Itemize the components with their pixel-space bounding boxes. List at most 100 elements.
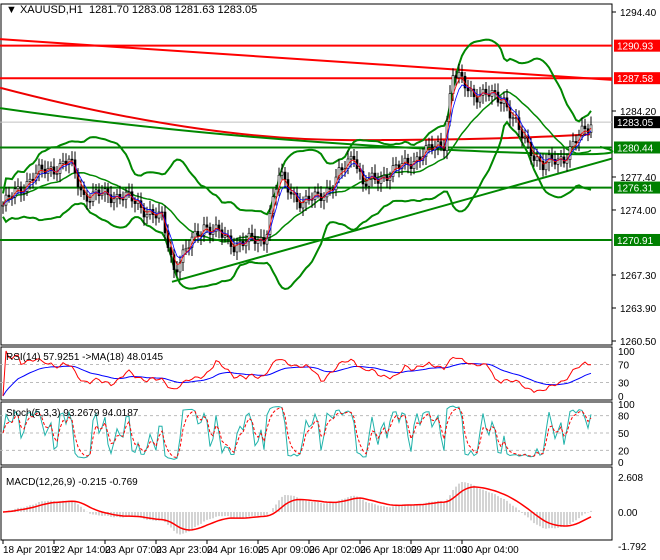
candle-body xyxy=(328,187,332,190)
price-tick-label: 1284.20 xyxy=(620,107,657,118)
ma-faster xyxy=(2,77,592,266)
time-label: 22 Apr 14:00 xyxy=(54,545,111,556)
time-label: 29 Apr 11:00 xyxy=(411,545,467,556)
candle-body xyxy=(493,90,497,93)
time-label: 23 Apr 07:00 xyxy=(105,545,162,556)
candle-body xyxy=(289,191,293,195)
candle-body xyxy=(352,155,356,160)
rsi-tick: 100 xyxy=(618,347,635,358)
macd-tick: -1.792 xyxy=(618,542,647,553)
ohlc-values: 1281.70 1283.08 1281.63 1283.05 xyxy=(89,4,258,16)
price-label: 1270.91 xyxy=(617,236,654,247)
candle-body xyxy=(193,230,197,238)
price-tick-label: 1277.40 xyxy=(620,173,657,184)
candle-body xyxy=(145,214,149,218)
stoch-tick: 100 xyxy=(618,400,635,411)
candle-body xyxy=(364,183,368,187)
candle-body xyxy=(316,191,320,194)
stoch-tick: 50 xyxy=(618,429,630,440)
ma-fast xyxy=(2,84,592,259)
candle-body xyxy=(184,247,188,251)
price-label: 1283.05 xyxy=(617,118,654,129)
candle-body xyxy=(466,87,470,92)
candle-body xyxy=(55,173,59,175)
candle-body xyxy=(583,125,587,130)
candle-body xyxy=(127,191,131,194)
chart-canvas[interactable]: 1290.93 1287.58 1283.05 1280.44 1276.31 1270.… xyxy=(0,0,660,560)
candle-body xyxy=(7,194,11,198)
price-tick-label: 1267.30 xyxy=(620,271,657,282)
candle-body xyxy=(340,167,344,171)
price-tick-label: 1274.00 xyxy=(620,206,657,217)
candle-body xyxy=(223,235,227,238)
candle-body xyxy=(121,198,125,201)
time-label: 23 Apr 23:00 xyxy=(156,545,213,556)
macd-label: MACD(12,26,9) -0.215 -0.769 xyxy=(6,477,138,488)
candle-body xyxy=(250,232,254,237)
candle-body xyxy=(133,200,137,204)
candle-body xyxy=(427,144,431,146)
candle-body xyxy=(571,141,575,147)
candle-body xyxy=(523,136,527,139)
candle-body xyxy=(175,269,179,273)
candle-body xyxy=(28,178,32,182)
time-label: 18 Apr 2019 xyxy=(3,545,57,556)
time-label: 30 Apr 04:00 xyxy=(462,545,519,556)
price-label: 1290.93 xyxy=(617,42,654,53)
candle-body xyxy=(205,224,209,228)
time-label: 26 Apr 02:00 xyxy=(309,545,366,556)
candle-body xyxy=(16,186,20,190)
dropdown-triangle-icon[interactable]: ▼ xyxy=(6,4,20,16)
time-label: 26 Apr 18:00 xyxy=(360,545,417,556)
bollinger-mid xyxy=(2,90,592,243)
panel-frame xyxy=(0,3,613,346)
price-label: 1276.31 xyxy=(617,184,654,195)
candle-body xyxy=(280,171,284,176)
candle-body xyxy=(1,204,5,207)
stoch-label: Stoch(5,3,3) 93.2679 94.0187 xyxy=(6,408,139,419)
candle-body xyxy=(499,101,503,104)
candle-body xyxy=(460,72,464,77)
price-tick-label: 1294.40 xyxy=(620,8,657,19)
chart-header: ▼ XAUUSD,H1 1281.70 1283.08 1281.63 1283… xyxy=(6,4,257,16)
candle-body xyxy=(256,240,260,244)
price-label: 1287.58 xyxy=(617,74,654,85)
price-tick-label: 1263.90 xyxy=(620,304,657,315)
rsi-tick: 70 xyxy=(618,361,630,372)
rsi-tick: 30 xyxy=(618,379,630,390)
candle-body xyxy=(283,171,287,180)
candle-body xyxy=(535,156,539,161)
candle-body xyxy=(511,117,515,120)
symbol-label: XAUUSD,H1 xyxy=(19,4,83,16)
candle-body xyxy=(70,158,74,161)
time-label: 24 Apr 16:00 xyxy=(207,545,264,556)
candle-body xyxy=(88,200,92,203)
candle-body xyxy=(79,186,83,191)
candle-body xyxy=(532,155,536,161)
stoch-tick: 80 xyxy=(618,412,630,423)
candle-body xyxy=(301,202,305,209)
macd-tick: 0.00 xyxy=(618,508,638,519)
support-trendline xyxy=(171,157,613,283)
candle-body xyxy=(112,198,116,204)
candle-body xyxy=(196,230,200,237)
candle-body xyxy=(457,72,461,79)
price-label: 1280.44 xyxy=(617,143,654,154)
rsi-ma-line xyxy=(2,362,592,397)
macd-tick: 2.608 xyxy=(618,473,643,484)
candle-body xyxy=(394,164,398,167)
candle-body xyxy=(454,75,458,79)
candle-body xyxy=(232,246,236,253)
rsi-label: RSI(14) 57.9251 ->MA(18) 48.0145 xyxy=(6,352,163,363)
candle-body xyxy=(19,186,23,194)
candle-body xyxy=(574,141,578,144)
trading-chart[interactable]: 1290.93 1287.58 1283.05 1280.44 1276.31 1270.… xyxy=(0,0,660,560)
ma200-line xyxy=(0,86,591,142)
stoch-tick: 0 xyxy=(618,458,624,469)
candle-body xyxy=(40,164,44,170)
candle-body xyxy=(451,75,455,95)
time-label: 25 Apr 09:00 xyxy=(258,545,315,556)
candle-body xyxy=(349,155,353,160)
candle-body xyxy=(481,88,485,96)
candle-body xyxy=(61,160,65,164)
